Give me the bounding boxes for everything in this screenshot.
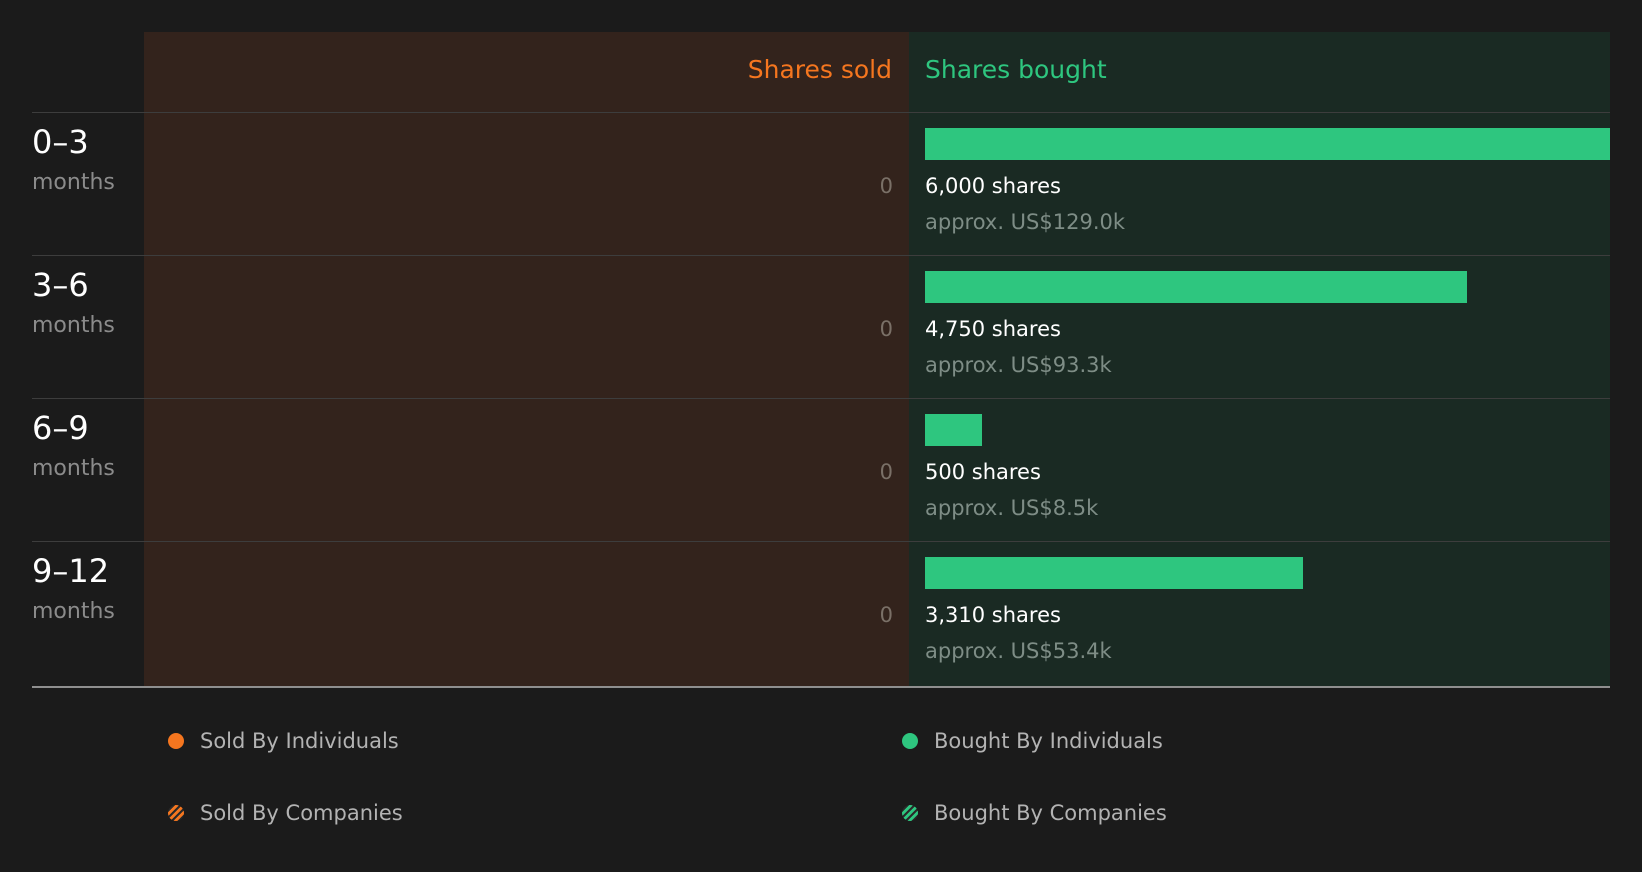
sold-value-label: 0 <box>879 603 893 627</box>
bought-shares-label: 500 shares <box>925 460 1041 484</box>
insider-trading-chart: Shares sold Shares bought 0–3 months 0 6,00… <box>0 0 1642 872</box>
bought-value-label: approx. US$93.3k <box>925 353 1112 377</box>
legend-item: Bought By Companies <box>902 798 1167 828</box>
legend-label: Sold By Companies <box>200 801 403 825</box>
row-divider <box>32 255 1610 256</box>
period-range-label: 0–3 <box>32 123 89 161</box>
period-range-label: 6–9 <box>32 409 89 447</box>
period-unit-label: months <box>32 313 115 338</box>
shares-sold-header: Shares sold <box>747 55 892 84</box>
row-divider <box>32 541 1610 542</box>
legend-item: Sold By Individuals <box>168 726 399 756</box>
striped-swatch-icon <box>168 805 184 821</box>
bought-value-label: approx. US$129.0k <box>925 210 1126 234</box>
chart-row: 3–6 months 0 4,750 shares approx. US$93.3k <box>0 255 1642 399</box>
chart-row: 6–9 months 0 500 shares approx. US$8.5k <box>0 398 1642 542</box>
bought-value-label: approx. US$53.4k <box>925 639 1112 663</box>
shares-bought-header: Shares bought <box>925 55 1107 84</box>
period-range-label: 3–6 <box>32 266 89 304</box>
bought-shares-label: 3,310 shares <box>925 603 1061 627</box>
row-divider <box>32 112 1610 113</box>
period-unit-label: months <box>32 599 115 624</box>
bought-bar <box>925 128 1610 160</box>
chart-row: 9–12 months 0 3,310 shares approx. US$53.4k <box>0 541 1642 685</box>
sold-value-label: 0 <box>879 317 893 341</box>
bought-bar <box>925 414 983 446</box>
bought-shares-label: 4,750 shares <box>925 317 1061 341</box>
bought-bar <box>925 557 1303 589</box>
legend-label: Bought By Individuals <box>934 729 1163 753</box>
period-range-label: 9–12 <box>32 552 110 590</box>
row-divider <box>32 398 1610 399</box>
bought-value-label: approx. US$8.5k <box>925 496 1099 520</box>
bought-bar <box>925 271 1468 303</box>
period-unit-label: months <box>32 456 115 481</box>
period-unit-label: months <box>32 170 115 195</box>
sold-value-label: 0 <box>879 460 893 484</box>
dot-swatch-icon <box>902 733 918 749</box>
legend-label: Bought By Companies <box>934 801 1167 825</box>
striped-swatch-icon <box>902 805 918 821</box>
dot-swatch-icon <box>168 733 184 749</box>
legend-label: Sold By Individuals <box>200 729 399 753</box>
sold-value-label: 0 <box>879 174 893 198</box>
legend-item: Bought By Individuals <box>902 726 1163 756</box>
legend-item: Sold By Companies <box>168 798 403 828</box>
bought-shares-label: 6,000 shares <box>925 174 1061 198</box>
chart-row: 0–3 months 0 6,000 shares approx. US$129.0k <box>0 112 1642 256</box>
chart-axis-line <box>32 686 1610 688</box>
